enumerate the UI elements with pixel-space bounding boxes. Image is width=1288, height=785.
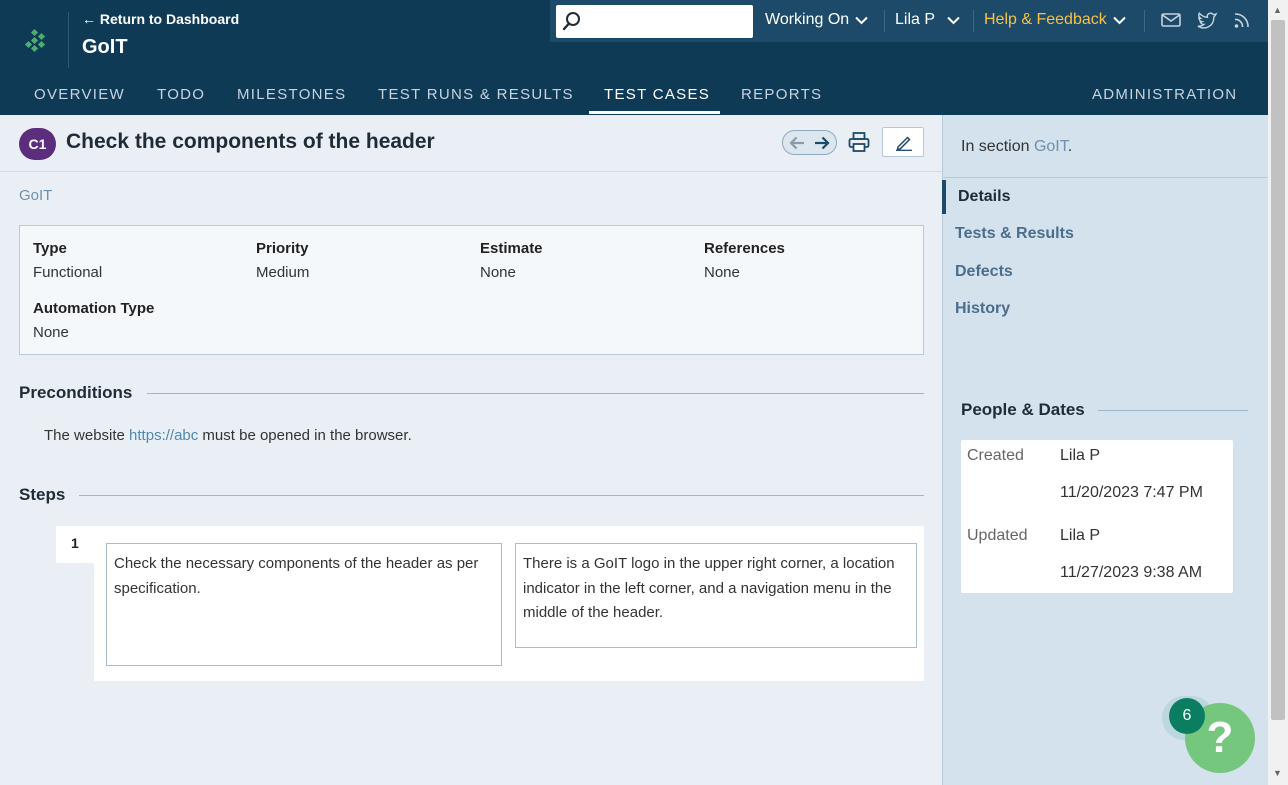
step-number: 1 (71, 535, 79, 551)
step-expected-cell[interactable]: There is a GoIT logo in the upper right … (515, 543, 917, 648)
automation-type-label: Automation Type (33, 300, 155, 317)
case-id-badge: C1 (19, 128, 56, 160)
section-note: In section GoIT. (961, 138, 1072, 156)
sidebar-item-tests-results[interactable]: Tests & Results (955, 225, 1074, 243)
step-content-cell[interactable]: Check the necessary components of the he… (106, 543, 502, 666)
chevron-down-icon (947, 16, 960, 24)
mail-icon[interactable] (1160, 10, 1182, 30)
type-value: Functional (33, 264, 103, 281)
preconditions-text-after: must be opened in the browser. (198, 427, 412, 444)
updated-date: 11/27/2023 9:38 AM (1060, 564, 1203, 581)
case-title: Check the components of the header (66, 130, 435, 153)
case-navigation (782, 130, 837, 155)
next-arrow-icon[interactable] (814, 136, 830, 150)
tab-test-runs-results[interactable]: TEST RUNS & RESULTS (378, 86, 574, 103)
toolbar-separator (1144, 10, 1145, 32)
tab-milestones[interactable]: MILESTONES (237, 86, 346, 103)
type-label: Type (33, 240, 67, 257)
previous-arrow-icon[interactable] (789, 136, 805, 150)
testrail-logo-icon[interactable] (24, 26, 58, 60)
section-note-link[interactable]: GoIT (1034, 138, 1068, 155)
estimate-value: None (480, 264, 516, 281)
created-date: 11/20/2023 7:47 PM (1060, 484, 1203, 501)
priority-value: Medium (256, 264, 310, 281)
main-content (0, 115, 942, 785)
tab-todo[interactable]: TODO (157, 86, 205, 103)
user-menu-dropdown[interactable]: Lila P (895, 11, 960, 29)
header-divider (68, 12, 69, 68)
priority-label: Priority (256, 240, 309, 257)
breadcrumb[interactable]: GoIT (19, 187, 52, 204)
scroll-down-arrow-icon[interactable]: ▼ (1273, 768, 1282, 778)
help-feedback-dropdown[interactable]: Help & Feedback (984, 11, 1126, 29)
references-value: None (704, 264, 740, 281)
toolbar-separator (884, 10, 885, 32)
scroll-up-arrow-icon[interactable]: ▲ (1273, 5, 1282, 15)
help-feedback-label: Help & Feedback (984, 11, 1107, 28)
working-on-label: Working On (765, 11, 850, 28)
sidebar-item-defects[interactable]: Defects (955, 263, 1013, 281)
people-dates-heading: People & Dates (961, 400, 1085, 419)
sidebar-item-details[interactable]: Details (958, 188, 1010, 206)
case-details-box (19, 225, 924, 355)
updated-by: Lila P (1060, 527, 1101, 544)
search-icon (562, 12, 580, 31)
preconditions-heading: Preconditions (19, 383, 133, 402)
print-icon[interactable] (848, 131, 870, 153)
section-divider (79, 495, 924, 496)
preconditions-link[interactable]: https://abc (129, 427, 198, 444)
scrollbar-thumb[interactable] (1271, 20, 1285, 720)
automation-type-value: None (33, 324, 69, 341)
twitter-icon[interactable] (1196, 10, 1218, 30)
tab-overview[interactable]: OVERVIEW (34, 86, 125, 103)
title-divider (0, 171, 942, 172)
active-tab-indicator (589, 111, 720, 114)
references-label: References (704, 240, 785, 257)
preconditions-text: The website https://abc must be opened i… (44, 427, 412, 444)
tab-reports[interactable]: REPORTS (741, 86, 822, 103)
created-label: Created (967, 447, 1024, 464)
project-title[interactable]: GoIT (82, 36, 128, 59)
section-note-prefix: In section (961, 138, 1034, 155)
notification-badge[interactable]: 6 (1169, 698, 1205, 734)
toolbar-separator (973, 10, 974, 32)
estimate-label: Estimate (480, 240, 543, 257)
updated-label: Updated (967, 527, 1028, 544)
tab-test-cases[interactable]: TEST CASES (604, 86, 710, 103)
working-on-dropdown[interactable]: Working On (765, 11, 868, 29)
return-to-dashboard-link[interactable]: ← Return to Dashboard (82, 11, 239, 27)
steps-heading: Steps (19, 485, 66, 504)
chevron-down-icon (1113, 16, 1126, 24)
edit-button[interactable] (882, 127, 924, 157)
sidebar-item-history[interactable]: History (955, 300, 1010, 318)
created-by: Lila P (1060, 447, 1101, 464)
rss-icon[interactable] (1232, 10, 1254, 30)
section-divider (1098, 410, 1248, 411)
user-name: Lila P (895, 11, 936, 28)
chevron-down-icon (855, 16, 868, 24)
section-note-suffix: . (1067, 138, 1073, 155)
preconditions-text-before: The website (44, 427, 130, 444)
sidebar-divider (943, 177, 1268, 178)
pencil-icon (896, 136, 912, 151)
active-sidebar-indicator (942, 180, 946, 214)
tab-administration[interactable]: ADMINISTRATION (1092, 86, 1237, 103)
section-divider (147, 393, 924, 394)
search-input[interactable] (556, 5, 753, 38)
